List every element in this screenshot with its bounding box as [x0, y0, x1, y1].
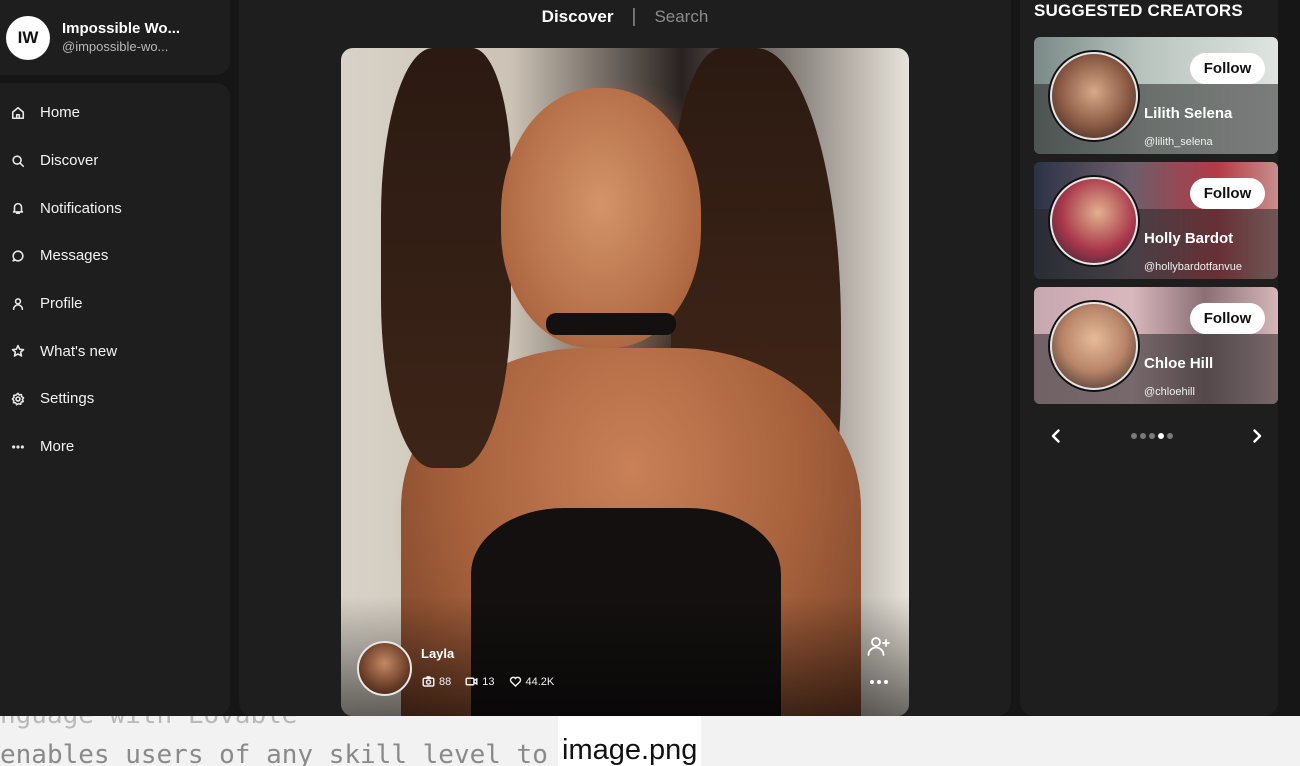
background-text: nguage with Lovable [0, 716, 297, 730]
chevron-right-icon[interactable] [1247, 426, 1267, 446]
tab-search[interactable]: Search [654, 7, 708, 27]
dot [870, 680, 874, 684]
post-creator-name[interactable]: Layla [421, 646, 454, 661]
feed-tabs: Discover | Search [239, 6, 1011, 28]
creator-card[interactable]: Lilith Selena @lilith_selena Follow [1034, 37, 1278, 154]
carousel-dot-active[interactable] [1158, 433, 1164, 439]
search-icon [11, 154, 25, 168]
post-card[interactable]: Layla 88 13 44.2K [341, 48, 909, 716]
post-stats: 88 13 44.2K [422, 675, 568, 688]
sidebar-item-label: Home [40, 104, 81, 122]
sidebar-item-label: What's new [40, 342, 118, 360]
follow-button[interactable]: Follow [1190, 53, 1265, 84]
creator-name[interactable]: Lilith Selena [1144, 105, 1232, 122]
photo-count-value: 88 [439, 675, 452, 688]
sidebar-item-notifications[interactable]: Notifications [0, 184, 230, 232]
video-icon [465, 677, 478, 686]
video-count: 13 [465, 675, 495, 688]
like-count-value: 44.2K [525, 675, 555, 688]
sidebar-item-label: Settings [40, 390, 95, 408]
carousel-dot[interactable] [1131, 433, 1137, 439]
dot [877, 680, 881, 684]
camera-icon [422, 676, 435, 687]
sidebar-item-messages[interactable]: Messages [0, 232, 230, 280]
more-options-icon[interactable] [870, 677, 888, 687]
sidebar-item-settings[interactable]: Settings [0, 375, 230, 423]
creator-handle: @hollybardotfanvue [1144, 261, 1243, 273]
post-creator-avatar[interactable] [357, 641, 412, 696]
creator-avatar[interactable] [1048, 300, 1140, 392]
account-name: Impossible Wo... [62, 20, 181, 38]
account-handle: @impossible-wo... [62, 38, 169, 54]
home-icon [11, 106, 25, 120]
sidebar-item-label: Messages [40, 247, 109, 265]
post-image-face [501, 88, 701, 348]
carousel-dot[interactable] [1149, 433, 1155, 439]
chevron-left-icon[interactable] [1046, 426, 1066, 446]
feed-panel: Discover | Search Layla 88 13 44.2K [239, 0, 1011, 716]
creator-card[interactable]: Chloe Hill @chloehill Follow [1034, 287, 1278, 404]
add-person-icon[interactable] [867, 635, 891, 657]
person-icon [11, 297, 25, 311]
sidebar-item-home[interactable]: Home [0, 89, 230, 137]
image-caption: image.png [558, 716, 702, 766]
star-icon [11, 344, 25, 358]
sidebar-item-label: Profile [40, 295, 83, 313]
account-text: Impossible Wo... @impossible-wo... [62, 19, 180, 55]
suggested-creators-title: SUGGESTED CREATORS [1034, 1, 1243, 20]
creator-avatar-image [1050, 177, 1138, 265]
follow-button[interactable]: Follow [1190, 303, 1265, 334]
avatar-initials: IW [17, 27, 39, 47]
ellipsis-icon [11, 440, 25, 454]
creator-avatar-image [1050, 52, 1138, 140]
sidebar-nav: Home Discover Notifications Messages Pro… [0, 83, 230, 716]
tab-discover[interactable]: Discover [542, 7, 614, 27]
sidebar-item-label: Notifications [40, 199, 122, 217]
chat-bubble-icon [11, 249, 25, 263]
creator-card[interactable]: Holly Bardot @hollybardotfanvue Follow [1034, 162, 1278, 279]
like-count: 44.2K [509, 675, 555, 688]
sidebar-item-label: Discover [40, 152, 99, 170]
creator-handle: @lilith_selena [1144, 136, 1213, 148]
gear-icon [11, 392, 25, 406]
suggested-creators-panel: SUGGESTED CREATORS Lilith Selena @lilith… [1020, 0, 1278, 716]
avatar: IW [6, 15, 50, 60]
sidebar-item-whats-new[interactable]: What's new [0, 327, 230, 375]
bell-icon [11, 201, 25, 215]
post-image-hair [381, 48, 511, 468]
carousel-dot[interactable] [1167, 433, 1173, 439]
sidebar-item-more[interactable]: More [0, 423, 230, 471]
sidebar-item-discover[interactable]: Discover [0, 137, 230, 185]
account-card[interactable]: IW Impossible Wo... @impossible-wo... [0, 0, 230, 75]
creator-avatar-image [1050, 302, 1138, 390]
video-count-value: 13 [482, 675, 495, 688]
heart-icon [509, 676, 521, 687]
carousel-nav [1034, 424, 1278, 448]
sidebar-item-profile[interactable]: Profile [0, 280, 230, 328]
creator-handle: @chloehill [1144, 386, 1195, 398]
follow-button[interactable]: Follow [1190, 178, 1265, 209]
creator-name[interactable]: Holly Bardot [1144, 230, 1233, 247]
photo-count: 88 [422, 675, 451, 688]
carousel-dots [1131, 433, 1176, 439]
dot [884, 680, 888, 684]
carousel-dot[interactable] [1140, 433, 1146, 439]
sidebar-item-label: More [40, 438, 75, 456]
creator-avatar[interactable] [1048, 175, 1140, 267]
tab-separator: | [631, 6, 637, 27]
creator-avatar[interactable] [1048, 50, 1140, 142]
post-image-choker [546, 313, 676, 335]
creator-name[interactable]: Chloe Hill [1144, 355, 1213, 372]
